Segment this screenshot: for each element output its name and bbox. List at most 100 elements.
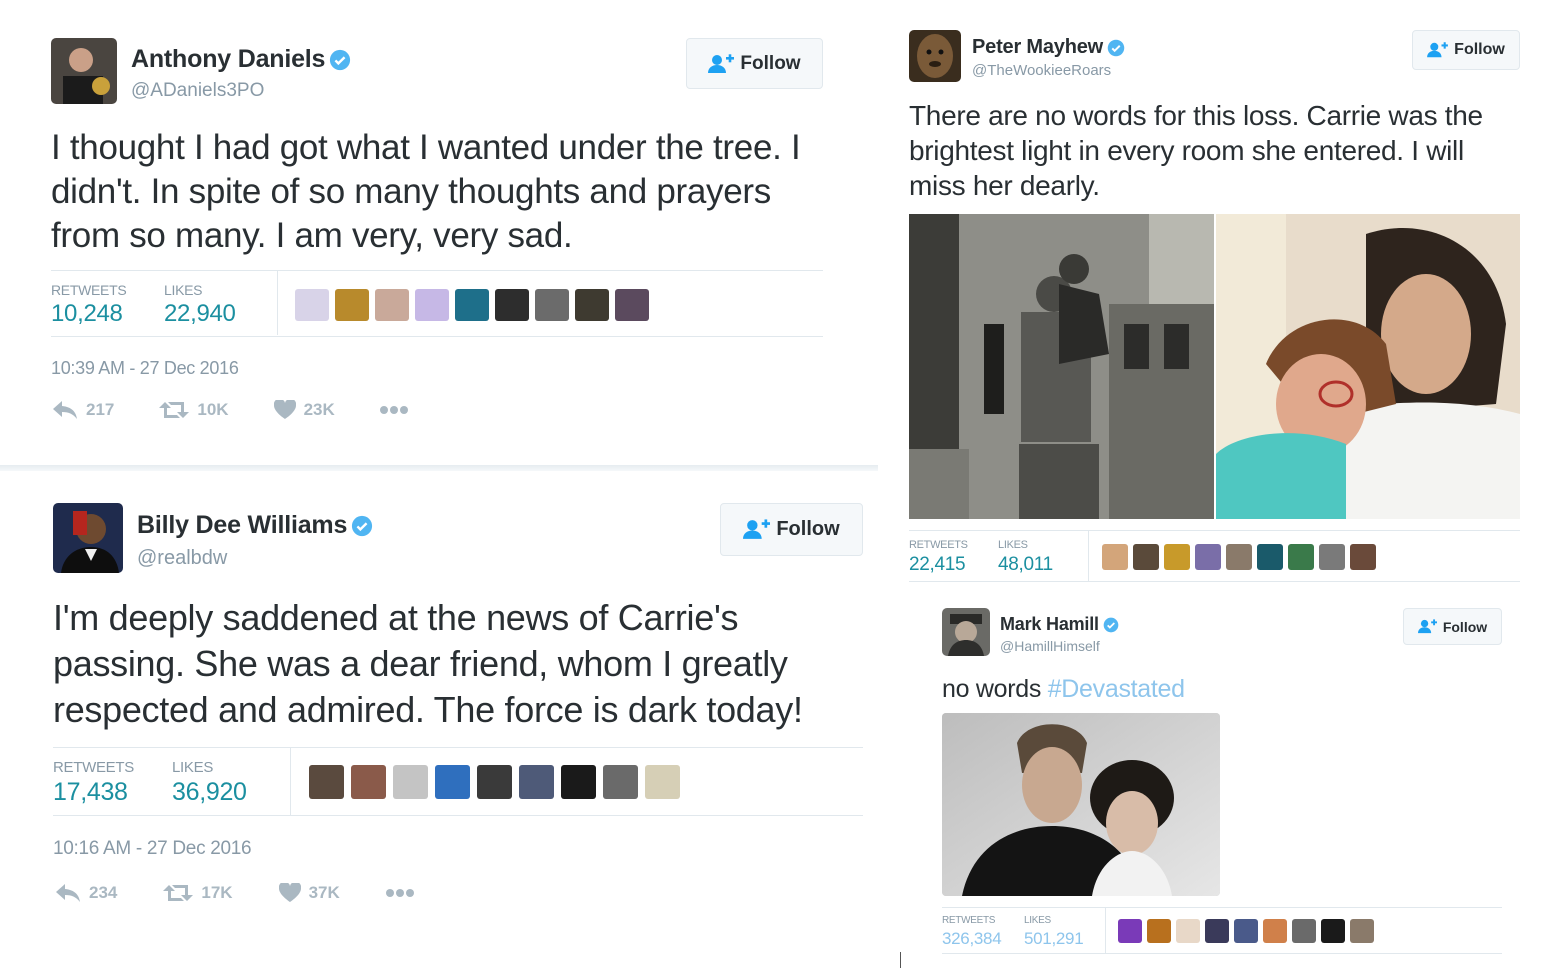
liker-avatar[interactable] [1133, 544, 1159, 570]
divider [290, 748, 291, 815]
reply-button[interactable]: 217 [52, 400, 114, 420]
liker-avatar[interactable] [1118, 919, 1142, 943]
liker-avatar[interactable] [615, 289, 649, 321]
heart-icon [278, 883, 301, 902]
timestamp[interactable]: 10:39 AM - 27 Dec 2016 [51, 358, 239, 379]
liker-avatar[interactable] [351, 765, 386, 799]
retweet-icon [159, 402, 190, 418]
reply-icon [53, 401, 77, 419]
avatar[interactable] [53, 503, 123, 573]
like-button[interactable]: 37K [278, 883, 340, 903]
avatar[interactable] [942, 608, 990, 656]
liker-avatar[interactable] [1234, 919, 1258, 943]
liker-avatar[interactable] [1195, 544, 1221, 570]
likes-count[interactable]: 36,920 [172, 778, 247, 807]
cursor-mark [900, 952, 901, 968]
handle[interactable]: @TheWookieeRoars [972, 62, 1111, 79]
add-user-icon [1427, 42, 1449, 58]
liker-avatar[interactable] [1176, 919, 1200, 943]
display-name[interactable]: Peter Mayhew [972, 36, 1125, 59]
liker-avatar[interactable] [519, 765, 554, 799]
likes-count[interactable]: 22,940 [164, 300, 236, 328]
liker-avatar[interactable] [1321, 919, 1345, 943]
tweet-photo-vintage[interactable] [909, 214, 1214, 519]
like-button[interactable]: 23K [273, 400, 335, 420]
retweet-button[interactable]: 10K [159, 400, 229, 420]
like-count: 23K [303, 400, 335, 419]
liker-avatar[interactable] [375, 289, 409, 321]
liker-avatar[interactable] [309, 765, 344, 799]
likes-count[interactable]: 501,291 [1024, 929, 1084, 949]
avatar[interactable] [51, 38, 117, 104]
liker-avatar[interactable] [393, 765, 428, 799]
handle[interactable]: @ADaniels3PO [131, 80, 264, 102]
liker-avatar[interactable] [495, 289, 529, 321]
liker-avatar[interactable] [1226, 544, 1252, 570]
follow-label: Follow [1454, 41, 1505, 58]
liker-avatar[interactable] [1164, 544, 1190, 570]
divider [1105, 908, 1106, 953]
verified-badge-icon [1107, 39, 1125, 56]
follow-button[interactable]: Follow [1403, 608, 1502, 645]
display-name[interactable]: Mark Hamill [1000, 614, 1119, 635]
liker-avatar[interactable] [1292, 919, 1316, 943]
retweets-label: RETWEETS [51, 282, 127, 298]
retweets-count[interactable]: 326,384 [942, 929, 1002, 949]
timestamp[interactable]: 10:16 AM - 27 Dec 2016 [53, 838, 252, 860]
liker-avatars [1118, 919, 1374, 943]
retweet-count: 10K [197, 400, 229, 419]
display-name[interactable]: Anthony Daniels [131, 45, 351, 74]
reply-count: 217 [86, 400, 115, 419]
tweet-peter-mayhew: Peter Mayhew @TheWookieeRoars Follow The… [880, 0, 1557, 585]
liker-avatar[interactable] [645, 765, 680, 799]
liker-avatar[interactable] [535, 289, 569, 321]
follow-button[interactable]: Follow [720, 503, 863, 556]
liker-avatar[interactable] [1288, 544, 1314, 570]
liker-avatar[interactable] [335, 289, 369, 321]
verified-badge-icon [330, 50, 351, 71]
divider [53, 815, 863, 816]
retweets-count[interactable]: 17,438 [53, 778, 128, 807]
liker-avatar[interactable] [1205, 919, 1229, 943]
liker-avatar[interactable] [1102, 544, 1128, 570]
avatar[interactable] [909, 30, 961, 82]
tweet-photo[interactable] [942, 713, 1220, 896]
more-dots-icon [379, 406, 408, 414]
retweets-count[interactable]: 10,248 [51, 300, 123, 328]
liker-avatar[interactable] [561, 765, 596, 799]
like-count: 37K [308, 883, 340, 902]
handle[interactable]: @realbdw [137, 547, 227, 570]
liker-avatar[interactable] [575, 289, 609, 321]
retweets-count[interactable]: 22,415 [909, 554, 966, 576]
liker-avatar[interactable] [1263, 919, 1287, 943]
liker-avatars [295, 289, 649, 321]
divider [909, 530, 1520, 531]
tweet-mark-hamill: Mark Hamill @HamillHimself Follow no wor… [880, 585, 1557, 970]
liker-avatar[interactable] [1147, 919, 1171, 943]
handle[interactable]: @HamillHimself [1000, 638, 1100, 654]
follow-button[interactable]: Follow [686, 38, 823, 89]
tweet-text: no words #Devastated [942, 673, 1502, 705]
verified-badge-icon [352, 516, 373, 537]
liker-avatar[interactable] [1257, 544, 1283, 570]
retweet-button[interactable]: 17K [163, 883, 233, 903]
liker-avatar[interactable] [477, 765, 512, 799]
liker-avatar[interactable] [1350, 919, 1374, 943]
liker-avatar[interactable] [295, 289, 329, 321]
liker-avatar[interactable] [603, 765, 638, 799]
liker-avatar[interactable] [415, 289, 449, 321]
likes-count[interactable]: 48,011 [998, 554, 1053, 576]
divider [51, 270, 823, 271]
liker-avatar[interactable] [1350, 544, 1376, 570]
display-name[interactable]: Billy Dee Williams [137, 511, 373, 540]
hashtag-link[interactable]: #Devastated [1048, 675, 1185, 703]
reply-button[interactable]: 234 [55, 883, 117, 903]
liker-avatar[interactable] [1319, 544, 1345, 570]
more-button[interactable] [385, 888, 414, 898]
liker-avatar[interactable] [435, 765, 470, 799]
liker-avatar[interactable] [455, 289, 489, 321]
more-button[interactable] [379, 405, 408, 415]
tweet-photo-recent[interactable] [1216, 214, 1520, 519]
follow-button[interactable]: Follow [1412, 30, 1520, 70]
verified-badge-icon [1103, 617, 1119, 633]
